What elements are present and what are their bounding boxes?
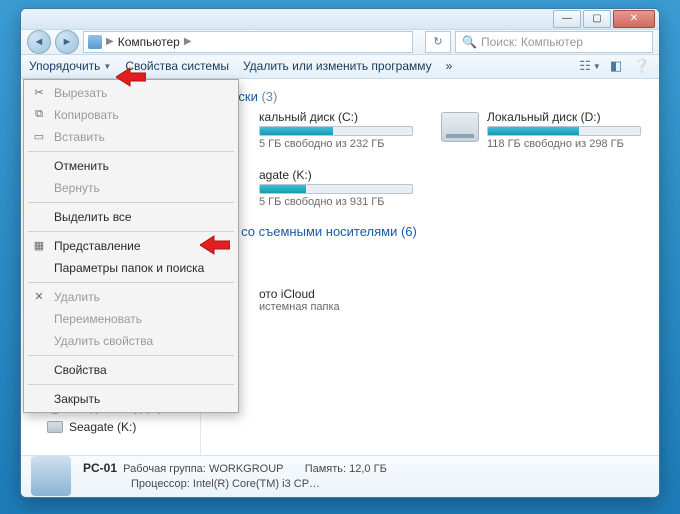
menu-separator: [28, 202, 234, 203]
titlebar: — ▢ ✕: [21, 9, 659, 30]
computer-icon: [88, 35, 102, 49]
menu-separator: [28, 151, 234, 152]
menu-paste[interactable]: ▭Вставить: [26, 126, 236, 148]
cut-icon: ✂: [31, 85, 47, 101]
details-pane: PC-01 Рабочая группа: WORKGROUP Память: …: [21, 455, 659, 497]
menu-remove-props[interactable]: Удалить свойства: [26, 330, 236, 352]
back-button[interactable]: ◄: [27, 30, 51, 54]
menu-undo[interactable]: Отменить: [26, 155, 236, 177]
content-area: 🖥 Компьютер Локальный диск Локальный дис…: [21, 79, 659, 455]
delete-icon: ✕: [31, 289, 47, 305]
copy-icon: ⧉: [31, 107, 47, 123]
drive-name: Локальный диск (D:): [487, 110, 641, 124]
preview-pane-button[interactable]: ◧: [607, 57, 625, 75]
menu-folder-options[interactable]: Параметры папок и поиска: [26, 257, 236, 279]
layout-icon: ▦: [31, 238, 47, 254]
menu-close[interactable]: Закрыть: [26, 388, 236, 410]
navigation-bar: ◄ ► ▶ Компьютер ▶ ↻ 🔍 Поиск: Компьютер: [21, 30, 659, 55]
drive-usage-bar: [259, 126, 413, 136]
drive-icon: [47, 419, 63, 435]
organize-button[interactable]: Упорядочить▼: [29, 59, 111, 73]
drive-item[interactable]: agate (K:) 5 ГБ свободно из 931 ГБ: [213, 168, 413, 208]
menu-properties[interactable]: Свойства: [26, 359, 236, 381]
folder-item[interactable]: ото iCloud истемная папка: [213, 287, 647, 319]
minimize-button[interactable]: —: [553, 10, 581, 28]
close-button[interactable]: ✕: [613, 10, 655, 28]
breadcrumb-item[interactable]: Компьютер: [118, 35, 180, 49]
menu-redo[interactable]: Вернуть: [26, 177, 236, 199]
drive-icon: [441, 112, 479, 142]
search-placeholder: Поиск: Компьютер: [481, 35, 583, 49]
chevron-right-icon: ▶: [106, 36, 114, 47]
annotation-arrow: [116, 66, 146, 88]
menu-separator: [28, 231, 234, 232]
menu-copy[interactable]: ⧉Копировать: [26, 104, 236, 126]
group-header-removable[interactable]: ▷ ва со съемными носителями (6): [213, 222, 647, 245]
menu-select-all[interactable]: Выделить все: [26, 206, 236, 228]
menu-rename[interactable]: Переименовать: [26, 308, 236, 330]
drive-free-text: 5 ГБ свободно из 931 ГБ: [259, 196, 413, 208]
toolbar-more-button[interactable]: »: [446, 59, 453, 73]
drive-item[interactable]: кальный диск (C:) 5 ГБ свободно из 232 Г…: [213, 110, 413, 150]
annotation-arrow: [200, 234, 230, 256]
menu-delete[interactable]: ✕Удалить: [26, 286, 236, 308]
forward-button[interactable]: ►: [55, 30, 79, 54]
maximize-button[interactable]: ▢: [583, 10, 611, 28]
drive-usage-bar: [487, 126, 641, 136]
details-text: PC-01 Рабочая группа: WORKGROUP Память: …: [83, 460, 387, 493]
chevron-right-icon: ▶: [184, 36, 192, 47]
breadcrumb[interactable]: ▶ Компьютер ▶: [83, 31, 413, 53]
view-button[interactable]: ☷▼: [581, 57, 599, 75]
computer-icon: [31, 456, 71, 496]
drive-name: agate (K:): [259, 168, 413, 182]
uninstall-program-button[interactable]: Удалить или изменить программу: [243, 59, 432, 73]
sidebar-item-drive[interactable]: Seagate (K:): [47, 417, 200, 437]
refresh-button[interactable]: ↻: [425, 31, 451, 53]
menu-separator: [28, 384, 234, 385]
paste-icon: ▭: [31, 129, 47, 145]
group-header-hdd[interactable]: ▷ диски (3): [213, 87, 647, 110]
menu-separator: [28, 282, 234, 283]
folder-name: ото iCloud: [259, 287, 340, 301]
drive-free-text: 5 ГБ свободно из 232 ГБ: [259, 138, 413, 150]
drive-free-text: 118 ГБ свободно из 298 ГБ: [487, 138, 641, 150]
search-input[interactable]: 🔍 Поиск: Компьютер: [455, 31, 653, 53]
main-pane: ▷ диски (3) кальный диск (C:) 5 ГБ свобо…: [201, 79, 659, 455]
search-icon: 🔍: [462, 35, 477, 49]
menu-separator: [28, 355, 234, 356]
folder-type: истемная папка: [259, 301, 340, 313]
drive-name: кальный диск (C:): [259, 110, 413, 124]
help-button[interactable]: ❔: [633, 57, 651, 75]
drive-usage-bar: [259, 184, 413, 194]
drive-item[interactable]: Локальный диск (D:) 118 ГБ свободно из 2…: [441, 110, 641, 150]
chevron-down-icon: ▼: [103, 62, 111, 71]
